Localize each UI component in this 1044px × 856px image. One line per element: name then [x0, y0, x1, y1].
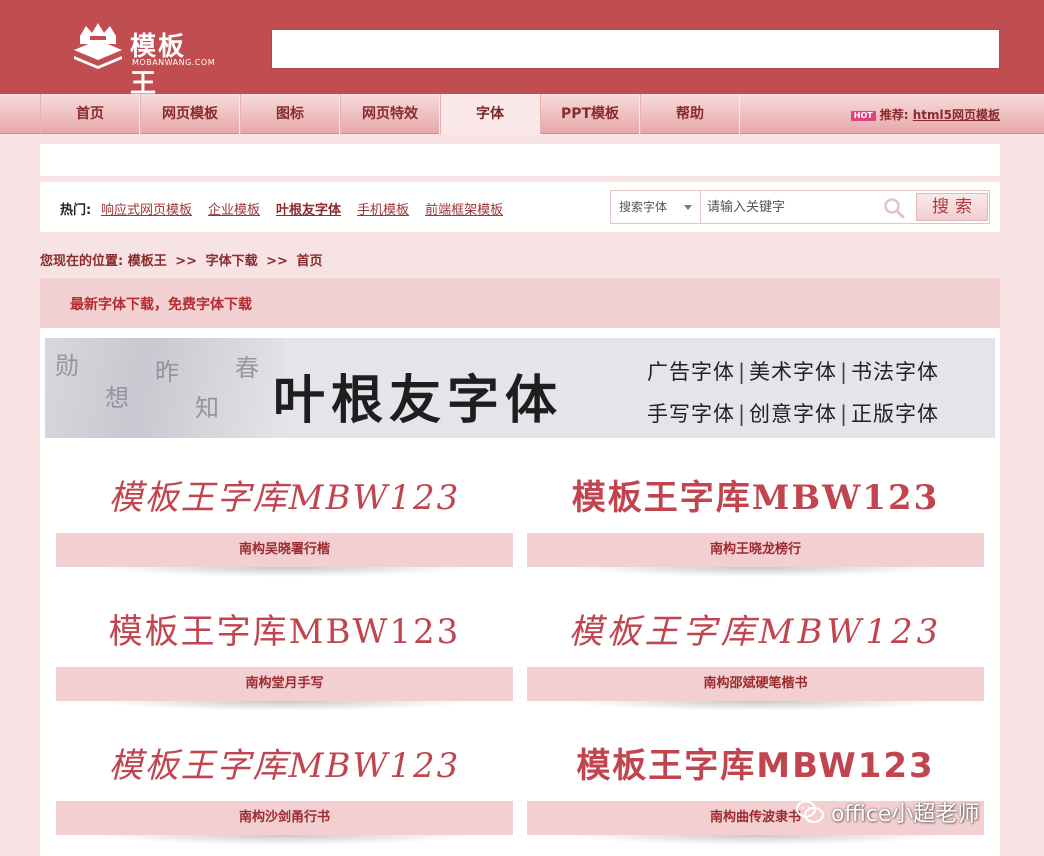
- hot-links: 响应式网页模板 企业模板 叶根友字体 手机模板 前端框架模板: [101, 199, 503, 218]
- recommend-label: 推荐:: [879, 108, 909, 122]
- search-input[interactable]: [703, 192, 913, 222]
- yegenyou-banner[interactable]: 勋 想 昨 知 春 叶根友字体 广告字体 | 美术字体 | 书法字体 手写字体 | 创意字体…: [45, 338, 995, 438]
- main-nav: 首页 网页模板 图标 网页特效 字体 PPT模板 帮助 HOT 推荐: html5…: [0, 94, 1044, 135]
- font-card[interactable]: 模板王字库MBW123 南构曲传波隶书: [527, 731, 984, 851]
- search-category-select[interactable]: 搜索字体: [611, 191, 701, 223]
- banner-categories-row1: 广告字体 | 美术字体 | 书法字体: [647, 360, 939, 384]
- banner-cat-licensed: 正版字体: [851, 402, 939, 426]
- search-icon: [884, 198, 905, 219]
- banner-deco-glyph: 知: [195, 394, 219, 422]
- font-name[interactable]: 南构王晓龙榜行: [527, 533, 984, 567]
- nav-icons[interactable]: 图标: [240, 94, 340, 134]
- card-shadow: [567, 701, 944, 711]
- banner-title: 叶根友字体: [273, 370, 564, 431]
- banner-cat-creative: 创意字体: [749, 402, 837, 426]
- font-sample: 模板王字库MBW123: [571, 478, 940, 518]
- hot-bar: 热门: 响应式网页模板 企业模板 叶根友字体 手机模板 前端框架模板 搜索字体 …: [40, 182, 1000, 232]
- banner-deco-glyph: 春: [235, 354, 259, 382]
- search-button[interactable]: 搜索: [916, 193, 988, 221]
- breadcrumb-item-fonts[interactable]: 字体下载: [206, 254, 258, 269]
- ad-bar: [40, 144, 1000, 176]
- section-title-bar: 最新字体下载，免费字体下载: [40, 278, 1000, 328]
- font-sample: 模板王字库MBW123: [108, 746, 461, 786]
- chevron-down-icon: [684, 205, 692, 210]
- card-shadow: [567, 835, 944, 845]
- card-shadow: [96, 567, 473, 577]
- hot-link-mobile[interactable]: 手机模板: [357, 199, 409, 218]
- breadcrumb-item-home[interactable]: 模板王: [128, 254, 167, 269]
- font-card[interactable]: 模板王字库MBW123 南构邵斌硬笔楷书: [527, 597, 984, 717]
- font-card[interactable]: 模板王字库MBW123 南构沙剑甬行书: [56, 731, 513, 851]
- font-card[interactable]: 模板王字库MBW123 南构吴晓署行楷: [56, 463, 513, 583]
- header-ad-box: [271, 29, 1000, 69]
- font-sample: 模板王字库MBW123: [108, 478, 461, 518]
- hot-label: 热门:: [60, 203, 92, 218]
- logo-stack-icon: [74, 23, 122, 69]
- nav-help[interactable]: 帮助: [640, 94, 740, 134]
- breadcrumb: 您现在的位置: 模板王 >> 字体下载 >> 首页: [40, 250, 323, 269]
- recommend-link[interactable]: html5网页模板: [913, 108, 1000, 122]
- page-title: 最新字体下载，免费字体下载: [70, 297, 252, 313]
- card-shadow: [96, 835, 473, 845]
- font-name[interactable]: 南构吴晓署行楷: [56, 533, 513, 567]
- site-header: 模板王 MOBANWANG.COM: [0, 0, 1044, 99]
- nav-home[interactable]: 首页: [40, 94, 140, 134]
- font-name[interactable]: 南构沙剑甬行书: [56, 801, 513, 835]
- nav-web-templates[interactable]: 网页模板: [140, 94, 240, 134]
- font-sample: 模板王字库MBW123: [576, 746, 935, 786]
- card-shadow: [96, 701, 473, 711]
- banner-deco-glyph: 昨: [155, 358, 179, 386]
- content-area: 勋 想 昨 知 春 叶根友字体 广告字体 | 美术字体 | 书法字体 手写字体 | 创意字体…: [40, 328, 1000, 856]
- hot-link-enterprise[interactable]: 企业模板: [208, 199, 260, 218]
- font-card[interactable]: 模板王字库MBW123 南构王晓龙榜行: [527, 463, 984, 583]
- banner-cat-calligraphy: 书法字体: [851, 360, 939, 384]
- card-shadow: [567, 567, 944, 577]
- banner-categories-row2: 手写字体 | 创意字体 | 正版字体: [647, 402, 939, 426]
- search-box: 搜索字体 搜索: [610, 190, 990, 224]
- chat-bubble-icon: [796, 800, 824, 823]
- banner-deco-glyph: 想: [105, 384, 129, 412]
- hot-link-yegenyou[interactable]: 叶根友字体: [276, 199, 341, 218]
- breadcrumb-separator: >>: [175, 254, 198, 269]
- nav-recommend: HOT 推荐: html5网页模板: [850, 106, 1000, 123]
- hot-link-responsive[interactable]: 响应式网页模板: [101, 199, 192, 218]
- nav-ppt-templates[interactable]: PPT模板: [540, 94, 640, 134]
- font-sample: 模板王字库MBW123: [108, 612, 461, 652]
- watermark-text: office小超老师: [831, 802, 980, 827]
- search-category-label: 搜索字体: [619, 200, 668, 214]
- banner-deco-glyph: 勋: [55, 352, 79, 380]
- hot-badge: HOT: [850, 111, 876, 121]
- hot-link-frontend[interactable]: 前端框架模板: [425, 199, 503, 218]
- font-name[interactable]: 南构邵斌硬笔楷书: [527, 667, 984, 701]
- breadcrumb-item-current[interactable]: 首页: [296, 254, 322, 269]
- watermark: office小超老师: [795, 796, 979, 828]
- font-card[interactable]: 模板王字库MBW123 南构堂月手写: [56, 597, 513, 717]
- breadcrumb-prefix: 您现在的位置:: [40, 254, 124, 269]
- banner-cat-handwriting: 手写字体: [647, 402, 735, 426]
- banner-cat-art: 美术字体: [749, 360, 837, 384]
- breadcrumb-separator: >>: [266, 254, 288, 269]
- nav-web-effects[interactable]: 网页特效: [340, 94, 440, 134]
- logo-subtext: MOBANWANG.COM: [132, 58, 216, 67]
- font-sample: 模板王字库MBW123: [568, 612, 943, 652]
- font-name[interactable]: 南构堂月手写: [56, 667, 513, 701]
- site-logo[interactable]: 模板王 MOBANWANG.COM: [70, 20, 215, 99]
- nav-fonts[interactable]: 字体: [440, 94, 540, 135]
- banner-cat-ad: 广告字体: [647, 360, 735, 384]
